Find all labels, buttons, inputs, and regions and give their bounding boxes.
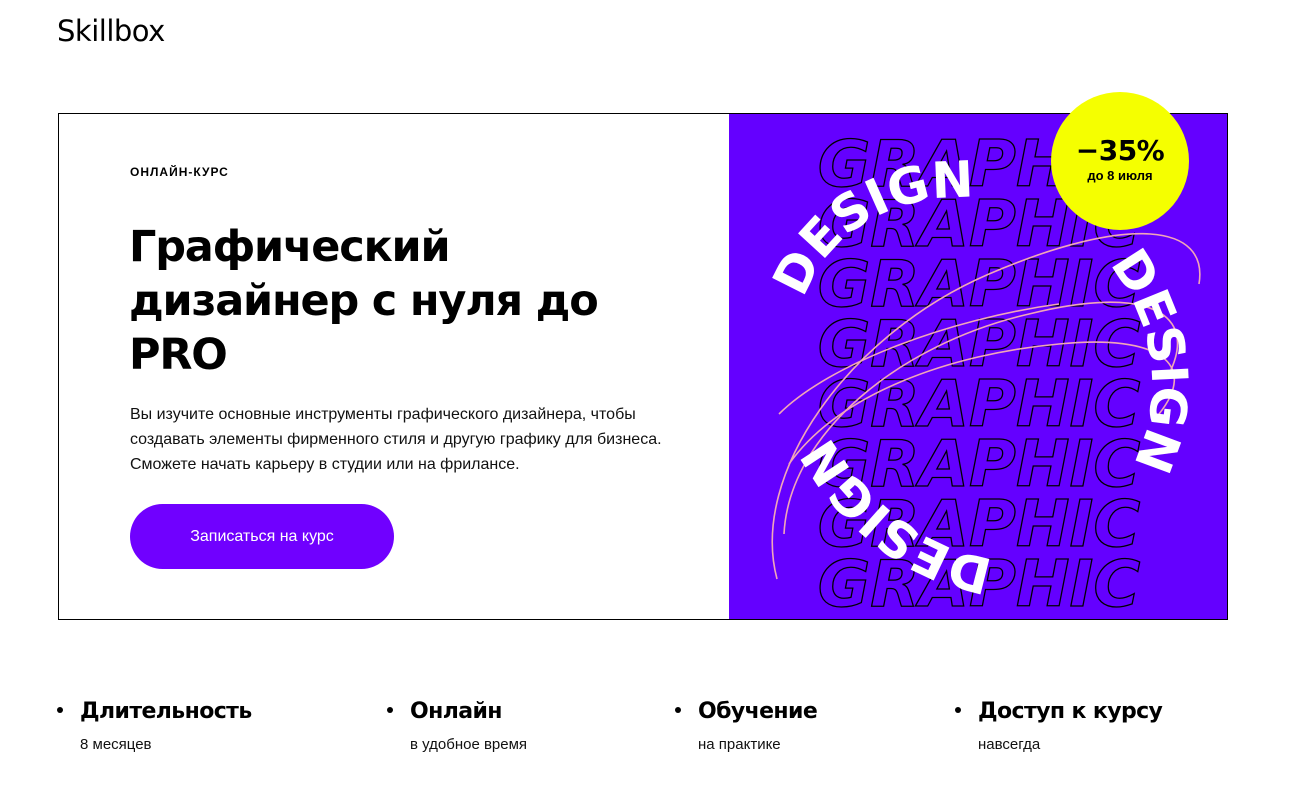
discount-badge: −35% до 8 июля [1051, 92, 1189, 230]
feature-practice: Обучение на практике [675, 698, 818, 753]
feature-title: Онлайн [410, 699, 502, 724]
feature-text: в удобное время [410, 736, 528, 753]
feature-title: Доступ к курсу [978, 699, 1163, 724]
hero-text-panel: ОНЛАЙН-КУРС Графический дизайнер с нуля … [59, 114, 729, 619]
feature-title: Обучение [698, 699, 818, 724]
feature-text: 8 месяцев [80, 736, 152, 753]
feature-duration: Длительность 8 месяцев [57, 698, 252, 753]
course-type-label: ОНЛАЙН-КУРС [130, 165, 229, 179]
feature-text: на практике [698, 736, 781, 753]
course-hero: ОНЛАЙН-КУРС Графический дизайнер с нуля … [58, 92, 1228, 620]
course-description: Вы изучите основные инструменты графичес… [130, 406, 662, 473]
skillbox-logo[interactable]: Skillbox [57, 14, 165, 48]
feature-online: Онлайн в удобное время [387, 698, 527, 753]
bullet-icon [387, 707, 393, 713]
bullet-icon [955, 707, 961, 713]
enroll-button[interactable]: Записаться на курс [130, 504, 394, 569]
course-title: Графический дизайнер с нуля до PRO [129, 222, 599, 380]
course-features: Длительность 8 месяцев Онлайн в удобное … [57, 698, 1237, 768]
feature-access: Доступ к курсу навсегда [955, 698, 1163, 753]
feature-text: навсегда [978, 736, 1041, 753]
bullet-icon [675, 707, 681, 713]
discount-deadline: до 8 июля [1087, 168, 1153, 183]
bullet-icon [57, 707, 63, 713]
discount-value: −35% [1075, 134, 1165, 167]
feature-title: Длительность [80, 699, 252, 724]
